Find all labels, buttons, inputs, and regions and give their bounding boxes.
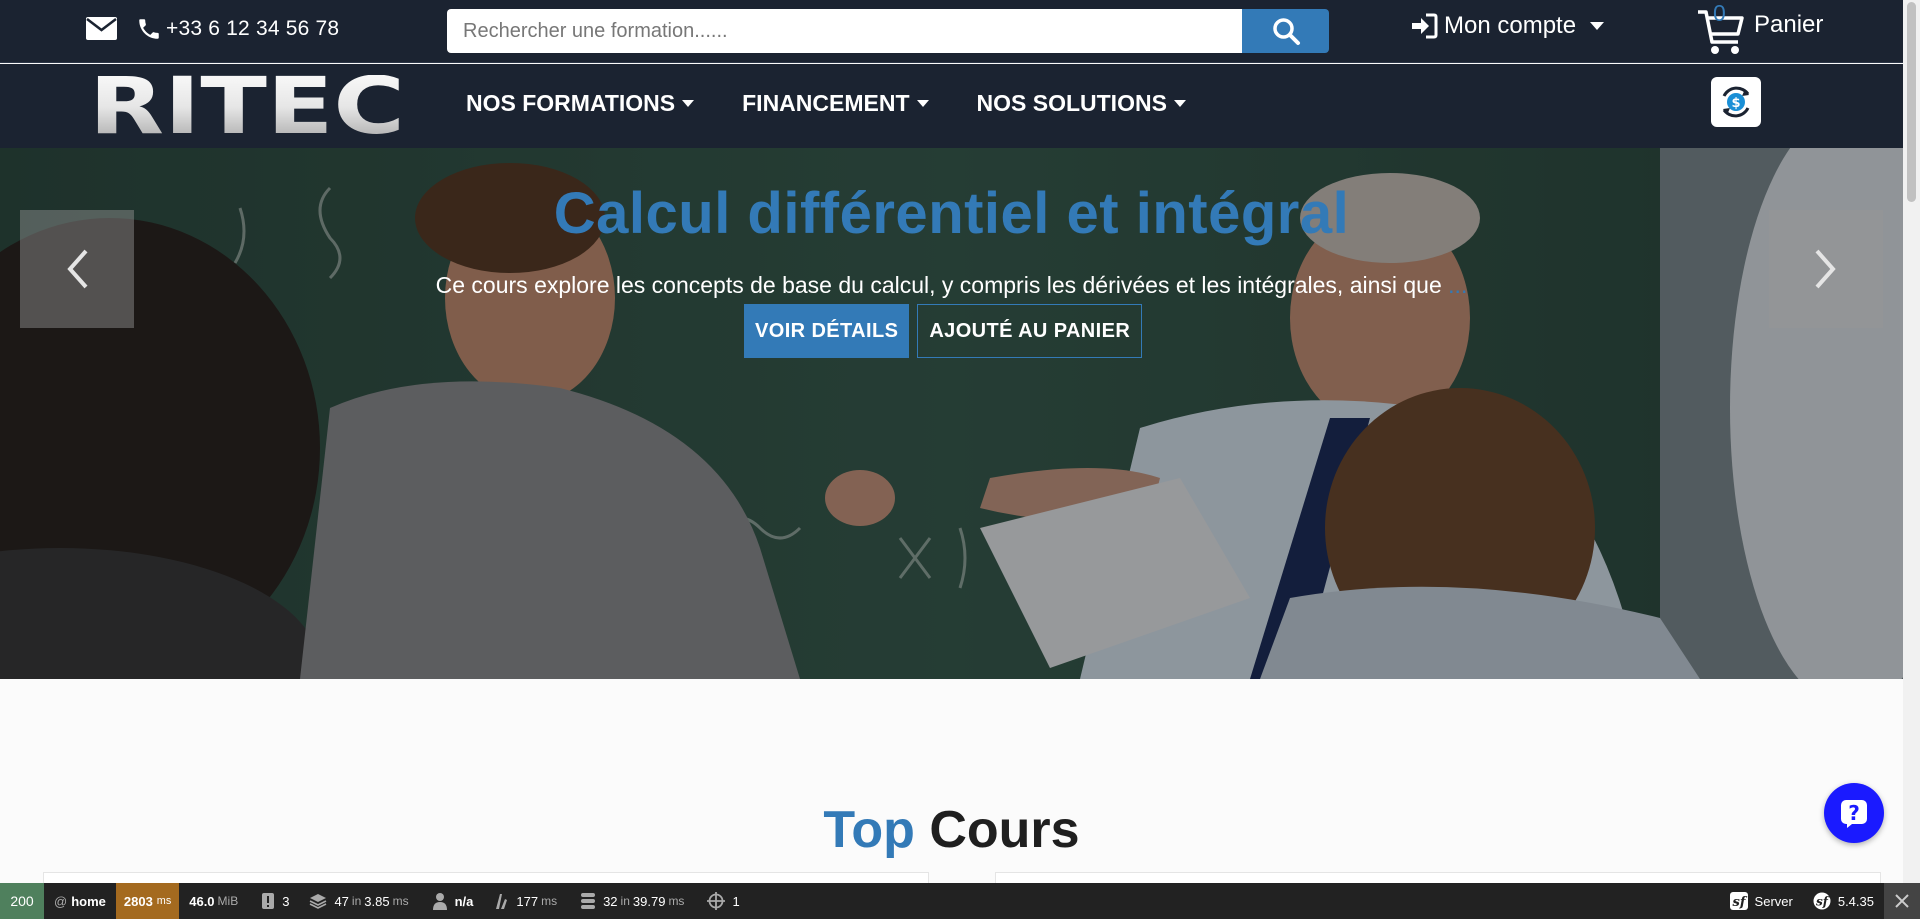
add-to-cart-button[interactable]: AJOUTÉ AU PANIER (917, 304, 1143, 358)
templates-in: in (351, 894, 362, 908)
queries-count: 32 (603, 893, 618, 909)
user-icon (432, 893, 447, 910)
svg-text:$: $ (1731, 96, 1740, 111)
chevron-left-icon (67, 249, 88, 289)
request-time-value: 2803 (123, 893, 153, 909)
search-button[interactable] (1242, 9, 1329, 53)
account-label: Mon compte (1444, 12, 1577, 39)
twig-templates[interactable]: 47 in 3.85 ms (299, 883, 421, 919)
user-value: n/a (454, 893, 474, 909)
section-title: Top Cours (0, 800, 1903, 860)
chevron-down-icon (1590, 22, 1605, 30)
chevron-right-icon (1815, 249, 1836, 289)
symfony-logo-icon: sf (1729, 892, 1748, 910)
logs-indicator[interactable]: 3 (251, 883, 299, 919)
templates-count: 47 (334, 893, 349, 909)
currency-exchange-icon: $ (1722, 86, 1750, 118)
nav-item-formations[interactable]: NOS FORMATIONS (466, 90, 695, 117)
chevron-down-icon (916, 100, 929, 107)
cart-icon-wrap: 0 (1696, 0, 1746, 58)
envelope-icon[interactable] (86, 17, 117, 40)
hero-title: Calcul différentiel et intégral (553, 181, 1350, 246)
ritec-logo[interactable]: RITEC (87, 75, 407, 139)
section-title-rest: Cours (929, 801, 1080, 859)
nav-menu: NOS FORMATIONS FINANCEMENT NOS SOLUTIONS (466, 90, 1234, 117)
symfony-icon: sf (1813, 892, 1831, 910)
request-time-unit: ms (156, 895, 172, 907)
symfony-debug-toolbar: 200 @ home 2803 ms 46.0 MiB 3 47 in 3.85… (0, 883, 1920, 919)
logo-text: RITEC (89, 75, 405, 139)
chevron-down-icon (682, 100, 695, 107)
top-bar: +33 6 12 34 56 78 Mon compte 0 (0, 0, 1903, 63)
route-name: home (71, 893, 106, 909)
hero-description-text: Ce cours explore les concepts de base du… (435, 272, 1442, 298)
security-user[interactable]: n/a (422, 883, 484, 919)
server-label: Server (1754, 893, 1793, 909)
view-details-button[interactable]: VOIR DÉTAILS (744, 304, 910, 358)
toolbar-close-button[interactable] (1884, 883, 1920, 919)
account-menu[interactable]: Mon compte (1410, 9, 1605, 43)
help-chat-button[interactable]: ? (1824, 783, 1884, 843)
route-prefix: @ (54, 893, 68, 909)
section-title-accent: Top (823, 801, 915, 859)
forms-indicator[interactable]: 1 (697, 883, 749, 919)
queries-time: 39.79 (632, 893, 666, 909)
nav-item-solutions[interactable]: NOS SOLUTIONS (977, 90, 1186, 117)
cart-count-badge: 0 (1713, 0, 1726, 26)
carousel-next-button[interactable] (1769, 210, 1883, 328)
alert-icon (262, 893, 275, 909)
chevron-down-icon (1173, 100, 1186, 107)
version-value: 5.4.35 (1837, 893, 1874, 909)
page-scrollbar[interactable] (1903, 0, 1920, 883)
search-bar (447, 9, 1329, 53)
sign-in-icon (1412, 13, 1438, 39)
queries-unit: ms (668, 894, 685, 908)
memory-value: 46.0 (189, 893, 215, 909)
svg-text:?: ? (1848, 801, 1860, 825)
carousel-prev-button[interactable] (20, 210, 134, 328)
currency-button[interactable]: $ (1711, 77, 1761, 127)
search-icon (1272, 18, 1300, 45)
render-time-unit: ms (541, 894, 558, 908)
scrollbar-thumb[interactable] (1907, 2, 1916, 202)
phone-icon (139, 19, 159, 39)
request-time[interactable]: 2803 ms (115, 883, 180, 919)
performance-icon (496, 894, 508, 909)
templates-time: 3.85 (364, 893, 390, 909)
svg-text:sf: sf (1816, 895, 1830, 909)
memory-usage[interactable]: 46.0 MiB (179, 883, 251, 919)
database-icon (581, 893, 596, 909)
close-icon (1895, 894, 1909, 908)
crosshair-icon (707, 892, 726, 910)
nav-item-financement[interactable]: FINANCEMENT (742, 90, 929, 117)
phone-contact[interactable]: +33 6 12 34 56 78 (136, 14, 339, 44)
cart-label: Panier (1754, 11, 1824, 38)
hero-carousel: Calcul différentiel et intégral Ce cours… (0, 148, 1903, 679)
templates-unit: ms (392, 894, 409, 908)
status-code-badge[interactable]: 200 (0, 883, 44, 919)
memory-unit: MiB (217, 894, 239, 908)
nav-item-label: FINANCEMENT (742, 90, 910, 116)
queries-in: in (620, 894, 630, 908)
render-time[interactable]: 177 ms (483, 883, 570, 919)
main-navbar: RITEC NOS FORMATIONS FINANCEMENT NOS SOL… (0, 64, 1903, 148)
phone-number: +33 6 12 34 56 78 (166, 17, 340, 40)
database-queries[interactable]: 32 in 39.79 ms (570, 883, 697, 919)
hero-description: Ce cours explore les concepts de base du… (0, 272, 1903, 299)
nav-item-label: NOS FORMATIONS (466, 90, 676, 116)
hero-ellipsis: ... (1448, 272, 1468, 298)
cart-link[interactable]: 0 Panier (1696, 0, 1824, 58)
nav-item-label: NOS SOLUTIONS (976, 90, 1167, 116)
logs-count: 3 (282, 893, 290, 909)
hero-actions: VOIR DÉTAILS AJOUTÉ AU PANIER (744, 304, 1143, 358)
symfony-version[interactable]: sf 5.4.35 (1803, 883, 1884, 919)
forms-count: 1 (732, 893, 740, 909)
server-info[interactable]: sf Server (1720, 883, 1803, 919)
layers-icon (310, 894, 327, 909)
route-info[interactable]: @ home (44, 883, 116, 919)
render-time-value: 177 (516, 893, 539, 909)
search-input[interactable] (447, 9, 1242, 53)
help-question-icon: ? (1841, 800, 1867, 828)
